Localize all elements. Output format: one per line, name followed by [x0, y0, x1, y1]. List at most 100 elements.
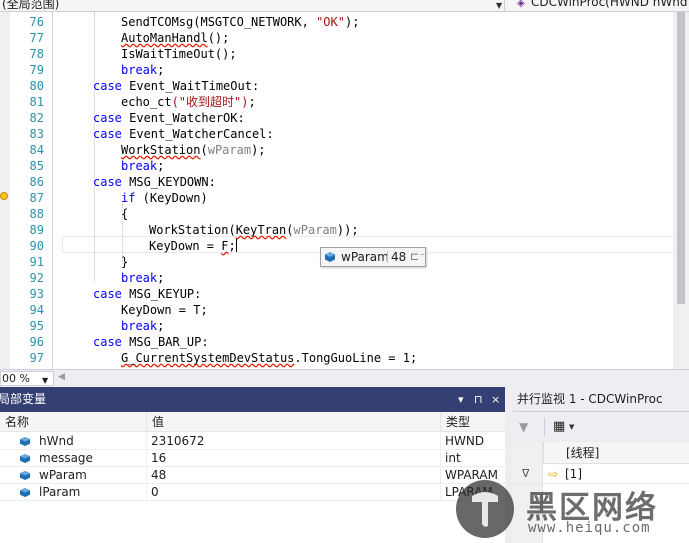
- code-line-86[interactable]: case MSG_KEYDOWN:: [93, 174, 216, 190]
- column-header-thread[interactable]: [线程]: [543, 442, 689, 464]
- code-line-95[interactable]: break;: [121, 318, 164, 334]
- code-line-85[interactable]: break;: [121, 158, 164, 174]
- variable-value[interactable]: 48: [147, 467, 441, 484]
- code-line-96[interactable]: case MSG_BAR_UP:: [93, 334, 209, 350]
- close-button[interactable]: ×: [491, 387, 500, 412]
- line-number: 93: [29, 287, 44, 301]
- code-line-94[interactable]: KeyDown = T;: [121, 302, 208, 318]
- table-row[interactable]: lParam 0 LPARAM: [0, 484, 505, 501]
- code-token: MSG_BAR_UP:: [121, 335, 209, 349]
- variable-icon: [20, 488, 30, 497]
- window-menu-button[interactable]: ▾: [458, 387, 464, 412]
- code-line-88[interactable]: {: [121, 206, 128, 222]
- code-line-76[interactable]: SendTCOMsg(MSGTCO_NETWORK, "OK");: [121, 14, 359, 30]
- code-token: ));: [336, 223, 359, 237]
- chevron-down-icon[interactable]: ▼: [569, 423, 574, 431]
- editor-vertical-scrollbar[interactable]: [673, 12, 689, 369]
- error-squiggle-token: AutoManHandl: [121, 31, 208, 45]
- code-line-97[interactable]: G_CurrentSystemDevStatus.TongGuoLine = 1…: [121, 350, 417, 366]
- code-token: Event_WaitTimeOut:: [121, 79, 260, 93]
- line-number: 82: [29, 111, 44, 125]
- line-number: 77: [29, 31, 44, 45]
- parallel-watch-toolbar: ▼ ▦ ▼: [513, 412, 689, 442]
- keyword: case: [93, 335, 122, 349]
- line-number: 88: [29, 207, 44, 221]
- variable-value[interactable]: 0: [147, 484, 441, 501]
- variable-value[interactable]: 16: [147, 450, 441, 467]
- code-line-80[interactable]: case Event_WaitTimeOut:: [93, 78, 259, 94]
- code-line-81[interactable]: echo_ct("收到超时");: [121, 94, 256, 110]
- watermark-logo-icon: [456, 480, 514, 538]
- editor-bottom-bar: 00 % ▼ ◀: [0, 369, 689, 387]
- keyword: break: [121, 319, 158, 333]
- code-editor[interactable]: 76 77 78 79 80 81 82 83 84 85 86 87 88 8…: [0, 12, 689, 369]
- code-token: IsWaitTimeOut();: [121, 47, 237, 61]
- datatip[interactable]: wParam 48 ⊏⁻: [320, 247, 426, 267]
- code-line-93[interactable]: case MSG_KEYUP:: [93, 286, 201, 302]
- line-number: 76: [29, 15, 44, 29]
- code-line-84[interactable]: WorkStation(wParam);: [121, 142, 266, 158]
- line-number: 90: [29, 239, 44, 253]
- variable-icon: [20, 454, 30, 463]
- code-token: (: [200, 143, 208, 157]
- scroll-left-icon[interactable]: ◀: [58, 372, 65, 382]
- string-literal: "OK": [316, 15, 345, 29]
- code-line-89[interactable]: WorkStation(KeyTran(wParam));: [149, 222, 359, 238]
- parallel-watch-title-bar[interactable]: 并行监视 1 - CDCWinProc: [513, 387, 689, 412]
- variable-value[interactable]: 2310672: [147, 433, 441, 450]
- code-line-78[interactable]: IsWaitTimeOut();: [121, 46, 237, 62]
- table-row[interactable]: wParam 48 WPARAM: [0, 467, 505, 484]
- locals-title: 局部变量: [0, 392, 47, 406]
- code-line-91[interactable]: }: [121, 254, 128, 270]
- code-line-77[interactable]: AutoManHandl();: [121, 30, 229, 46]
- variable-type: HWND: [445, 434, 485, 448]
- scrollbar-thumb[interactable]: [677, 12, 685, 304]
- outlining-margin: [52, 12, 53, 369]
- line-number-gutter: 76 77 78 79 80 81 82 83 84 85 86 87 88 8…: [0, 12, 56, 369]
- code-line-87[interactable]: if (KeyDown): [121, 190, 208, 206]
- code-token: WorkStation(: [149, 223, 236, 237]
- column-header-type[interactable]: 类型: [441, 412, 505, 432]
- keyword: case: [93, 111, 122, 125]
- zoom-level: 00 %: [2, 372, 30, 385]
- watermark-url: www.heiqu.com: [528, 520, 651, 536]
- code-line-90[interactable]: KeyDown = F;: [149, 238, 237, 254]
- parameter-token: wParam: [207, 143, 252, 157]
- code-token: ;: [157, 271, 165, 285]
- zoom-dropdown[interactable]: 00 % ▼: [0, 371, 54, 386]
- error-squiggle-token: KeyTran: [235, 223, 287, 237]
- locals-title-bar[interactable]: 局部变量 ▾ ⊓ ×: [0, 387, 505, 412]
- code-token: );: [251, 143, 266, 157]
- table-row[interactable]: hWnd 2310672 HWND: [0, 433, 505, 450]
- auto-hide-pin-button[interactable]: ⊓: [474, 387, 483, 412]
- scope-dropdown[interactable]: (全局范围): [0, 0, 505, 11]
- function-dropdown[interactable]: ◈ CDCWinProc(HWND hWnd: [513, 0, 689, 11]
- datatip-value[interactable]: 48: [391, 248, 406, 266]
- column-header-name[interactable]: 名称: [0, 412, 147, 432]
- filter-icon[interactable]: ▼: [519, 420, 528, 434]
- line-number: 92: [29, 271, 44, 285]
- scope-dropdown-label: (全局范围): [2, 0, 60, 11]
- locals-column-header: 名称 值 类型: [0, 412, 505, 432]
- indicator-margin[interactable]: [0, 12, 10, 369]
- line-number: 91: [29, 255, 44, 269]
- variable-name: hWnd: [39, 434, 74, 448]
- variable-name: lParam: [39, 485, 81, 499]
- code-line-92[interactable]: break;: [121, 270, 164, 286]
- function-dropdown-label: CDCWinProc(HWND hWnd: [531, 0, 688, 9]
- code-line-82[interactable]: case Event_WatcherOK:: [93, 110, 245, 126]
- code-token: ;: [228, 239, 236, 253]
- chevron-down-icon[interactable]: ▼: [496, 1, 502, 10]
- breakpoint-icon[interactable]: [0, 192, 8, 200]
- chevron-down-icon[interactable]: ▼: [42, 374, 48, 387]
- table-row[interactable]: message 16 int: [0, 450, 505, 467]
- column-header-value[interactable]: 值: [147, 412, 441, 432]
- line-number: 87: [29, 191, 44, 205]
- pin-icon[interactable]: ⊏⁻: [410, 248, 425, 266]
- code-line-79[interactable]: break;: [121, 62, 164, 78]
- string-literal: ("收到超时"): [171, 95, 249, 109]
- datatip-separator: [387, 251, 388, 263]
- grid-icon[interactable]: ▦: [553, 419, 565, 434]
- code-line-83[interactable]: case Event_WatcherCancel:: [93, 126, 274, 142]
- line-number: 84: [29, 143, 44, 157]
